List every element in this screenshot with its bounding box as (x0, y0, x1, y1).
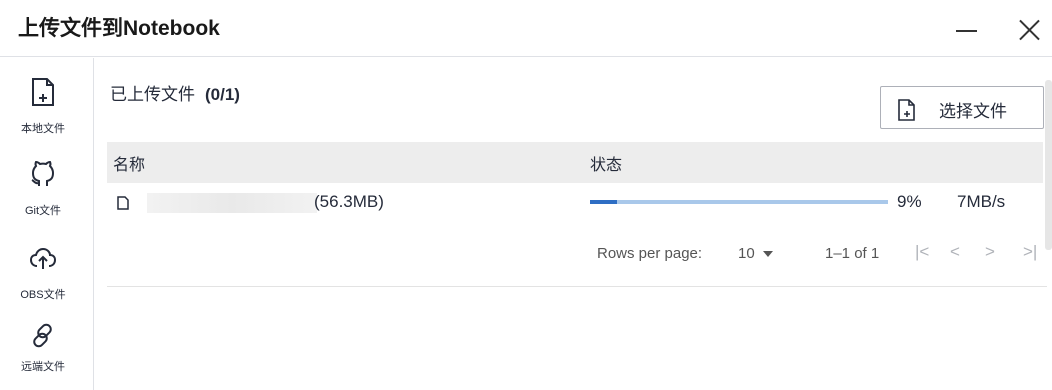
first-page-button[interactable]: |< (915, 242, 929, 262)
table-header: 名称 状态 (107, 142, 1043, 183)
divider (107, 286, 1047, 287)
upload-source-sidebar: 本地文件 Git文件 OBS文件 远端文件 (0, 58, 94, 390)
upload-percent: 9% (897, 192, 922, 211)
sidebar-item-label: 远端文件 (21, 361, 65, 373)
upload-main-panel: 已上传文件 (0/1) 选择文件 名称 状态 (56.3MB) 9% 7MB/s … (95, 58, 1052, 390)
sidebar-item-local-file[interactable]: 本地文件 (0, 76, 94, 146)
cloud-upload-icon (29, 247, 57, 269)
link-icon (33, 323, 52, 348)
prev-page-button[interactable]: < (950, 242, 960, 262)
scrollbar[interactable] (1045, 80, 1052, 250)
file-name (147, 193, 317, 213)
chevron-down-icon (762, 251, 773, 258)
dialog-title: 上传文件到Notebook (18, 17, 220, 40)
sidebar-item-label: OBS文件 (20, 289, 66, 301)
sidebar-item-obs-file[interactable]: OBS文件 (0, 242, 94, 312)
pagination-range: 1–1 of 1 (825, 245, 880, 262)
select-file-button[interactable]: 选择文件 (880, 86, 1044, 129)
dialog-titlebar: 上传文件到Notebook (0, 0, 1052, 57)
rows-per-page-select[interactable]: 10 (738, 245, 773, 262)
minimize-button[interactable] (948, 10, 984, 46)
rows-per-page-value: 10 (738, 245, 755, 262)
table-row: (56.3MB) 9% 7MB/s (107, 184, 1043, 220)
table-pagination: Rows per page: 10 1–1 of 1 |< < > >| (107, 238, 1047, 268)
github-icon (31, 160, 55, 186)
last-page-button[interactable]: >| (1023, 242, 1037, 262)
file-icon (117, 196, 129, 210)
uploaded-files-label: 已上传文件 (110, 85, 195, 104)
sidebar-item-label: 本地文件 (21, 123, 65, 135)
upload-progress-fill (590, 200, 617, 204)
select-file-label: 选择文件 (939, 102, 1007, 121)
uploaded-files-heading: 已上传文件 (0/1) (110, 80, 240, 105)
sidebar-item-git-file[interactable]: Git文件 (0, 158, 94, 228)
close-button[interactable] (1012, 10, 1048, 46)
file-size: (56.3MB) (314, 192, 384, 211)
column-header-status: 状态 (590, 157, 623, 174)
sidebar-item-remote-file[interactable]: 远端文件 (0, 320, 94, 390)
column-header-name: 名称 (113, 157, 146, 174)
upload-speed: 7MB/s (957, 192, 1006, 211)
file-add-icon (898, 99, 915, 121)
next-page-button[interactable]: > (985, 242, 995, 262)
file-add-icon (32, 78, 54, 106)
sidebar-item-label: Git文件 (24, 205, 62, 217)
uploaded-count: (0/1) (205, 85, 240, 104)
rows-per-page-label: Rows per page: (597, 245, 703, 262)
upload-progress-bar (590, 200, 888, 204)
